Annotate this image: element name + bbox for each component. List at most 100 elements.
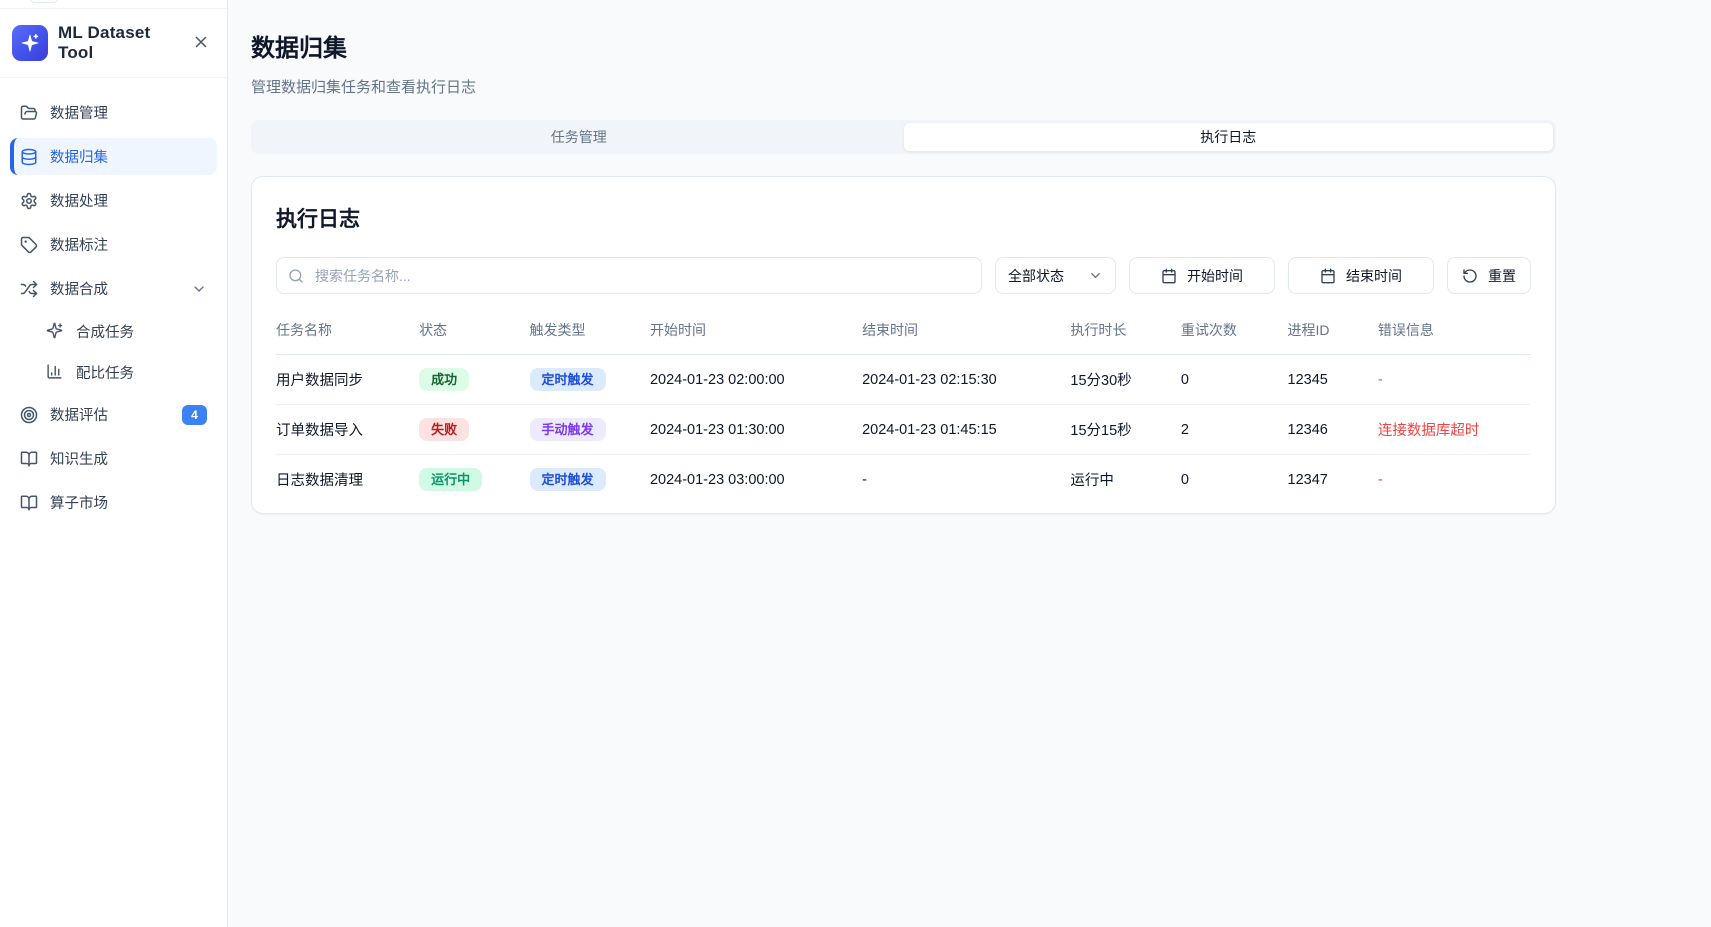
- col-task-name: 任务名称: [276, 320, 419, 355]
- window-edge-fragment: [30, 0, 58, 3]
- sidebar-item-label: 数据归集: [50, 146, 207, 167]
- duration-cell: 15分30秒: [1070, 355, 1180, 405]
- end-date-picker[interactable]: 结束时间: [1288, 257, 1434, 294]
- trigger-badge: 定时触发: [530, 368, 606, 391]
- error-cell: -: [1378, 455, 1531, 505]
- main-content: 数据归集 管理数据归集任务和查看执行日志 任务管理 执行日志 执行日志 全部状态: [229, 0, 1711, 927]
- start-time-cell: 2024-01-23 02:00:00: [650, 355, 862, 405]
- col-error: 错误信息: [1378, 320, 1531, 355]
- task-name-cell: 用户数据同步: [276, 355, 419, 405]
- bar-chart-icon: [46, 363, 64, 381]
- book-open-icon: [20, 494, 38, 512]
- reset-label: 重置: [1488, 266, 1516, 286]
- sidebar-item-data-evaluation[interactable]: 数据评估 4: [10, 396, 217, 433]
- start-date-label: 开始时间: [1187, 266, 1243, 286]
- chevron-down-icon: [1088, 268, 1103, 283]
- table-row[interactable]: 日志数据清理 运行中 定时触发 2024-01-23 03:00:00 - 运行…: [276, 455, 1531, 505]
- book-open-icon: [20, 450, 38, 468]
- task-name-cell: 日志数据清理: [276, 455, 419, 505]
- sidebar-nav: 数据管理 数据归集 数据处理 数据标注 数据合成: [0, 78, 227, 927]
- table-row[interactable]: 用户数据同步 成功 定时触发 2024-01-23 02:00:00 2024-…: [276, 355, 1531, 405]
- error-cell: 连接数据库超时: [1378, 405, 1531, 455]
- sidebar-top-strip: [0, 0, 227, 9]
- calendar-icon: [1320, 268, 1336, 284]
- logs-table: 任务名称 状态 触发类型 开始时间 结束时间 执行时长 重试次数 进程ID 错误…: [276, 320, 1531, 505]
- retries-cell: 2: [1181, 405, 1288, 455]
- sidebar-item-data-management[interactable]: 数据管理: [10, 94, 217, 131]
- sidebar-item-ratio-task[interactable]: 配比任务: [10, 355, 217, 389]
- tab-bar: 任务管理 执行日志: [251, 120, 1556, 154]
- app-title: ML Dataset Tool: [58, 23, 179, 63]
- calendar-icon: [1161, 268, 1177, 284]
- duration-cell: 15分15秒: [1070, 405, 1180, 455]
- status-badge: 运行中: [419, 468, 482, 491]
- card-title: 执行日志: [276, 203, 1531, 233]
- sidebar-item-data-annotation[interactable]: 数据标注: [10, 226, 217, 263]
- start-time-cell: 2024-01-23 03:00:00: [650, 455, 862, 505]
- status-badge: 失败: [419, 418, 469, 441]
- rotate-ccw-icon: [1462, 268, 1478, 284]
- shuffle-icon: [20, 280, 38, 298]
- sidebar-item-label: 数据处理: [50, 190, 207, 211]
- trigger-badge: 手动触发: [530, 418, 606, 441]
- search-field-wrap: [276, 257, 982, 294]
- sidebar-item-synthesis-task[interactable]: 合成任务: [10, 314, 217, 348]
- sidebar-item-label: 合成任务: [76, 321, 207, 342]
- retries-cell: 0: [1181, 455, 1288, 505]
- search-icon: [288, 268, 304, 284]
- sidebar-item-label: 数据管理: [50, 102, 207, 123]
- end-time-cell: 2024-01-23 01:45:15: [862, 405, 1070, 455]
- retries-cell: 0: [1181, 355, 1288, 405]
- filter-bar: 全部状态 开始时间 结束时间: [276, 257, 1531, 294]
- table-row[interactable]: 订单数据导入 失败 手动触发 2024-01-23 01:30:00 2024-…: [276, 405, 1531, 455]
- page-subtitle: 管理数据归集任务和查看执行日志: [251, 76, 1556, 97]
- app-logo-icon: [12, 25, 48, 61]
- execution-logs-card: 执行日志 全部状态 开始时间: [251, 176, 1556, 514]
- start-date-picker[interactable]: 开始时间: [1129, 257, 1275, 294]
- start-time-cell: 2024-01-23 01:30:00: [650, 405, 862, 455]
- pid-cell: 12347: [1288, 455, 1378, 505]
- table-header-row: 任务名称 状态 触发类型 开始时间 结束时间 执行时长 重试次数 进程ID 错误…: [276, 320, 1531, 355]
- sidebar-item-label: 数据评估: [50, 404, 170, 425]
- status-filter-value: 全部状态: [1008, 266, 1064, 286]
- pid-cell: 12346: [1288, 405, 1378, 455]
- sidebar: ML Dataset Tool 数据管理 数据归集 数据处理: [0, 0, 228, 927]
- tag-icon: [20, 236, 38, 254]
- sidebar-item-label: 配比任务: [76, 362, 207, 383]
- col-retries: 重试次数: [1181, 320, 1288, 355]
- sidebar-item-label: 算子市场: [50, 492, 207, 513]
- folder-icon: [20, 104, 38, 122]
- gear-icon: [20, 192, 38, 210]
- evaluation-count-badge: 4: [182, 405, 207, 425]
- task-name-cell: 订单数据导入: [276, 405, 419, 455]
- duration-cell: 运行中: [1070, 455, 1180, 505]
- sidebar-item-data-collection[interactable]: 数据归集: [10, 138, 217, 175]
- trigger-badge: 定时触发: [530, 468, 606, 491]
- col-trigger: 触发类型: [530, 320, 650, 355]
- sidebar-item-label: 数据合成: [50, 278, 179, 299]
- status-filter-select[interactable]: 全部状态: [995, 257, 1116, 294]
- close-sidebar-button[interactable]: [189, 31, 213, 55]
- error-cell: -: [1378, 355, 1531, 405]
- search-input[interactable]: [276, 257, 982, 294]
- target-icon: [20, 406, 38, 424]
- col-end-time: 结束时间: [862, 320, 1070, 355]
- close-icon: [192, 33, 210, 54]
- sidebar-item-knowledge-generation[interactable]: 知识生成: [10, 440, 217, 477]
- sidebar-item-label: 数据标注: [50, 234, 207, 255]
- status-badge: 成功: [419, 368, 469, 391]
- col-pid: 进程ID: [1288, 320, 1378, 355]
- col-start-time: 开始时间: [650, 320, 862, 355]
- brand-header: ML Dataset Tool: [0, 9, 227, 78]
- col-duration: 执行时长: [1070, 320, 1180, 355]
- end-time-cell: 2024-01-23 02:15:30: [862, 355, 1070, 405]
- sidebar-item-data-synthesis[interactable]: 数据合成: [10, 270, 217, 307]
- sidebar-item-data-processing[interactable]: 数据处理: [10, 182, 217, 219]
- end-time-cell: -: [862, 455, 1070, 505]
- database-icon: [20, 148, 38, 166]
- tab-task-management[interactable]: 任务管理: [254, 123, 904, 151]
- sidebar-item-operator-market[interactable]: 算子市场: [10, 484, 217, 521]
- sparkles-icon: [46, 322, 64, 340]
- tab-execution-logs[interactable]: 执行日志: [904, 123, 1554, 151]
- reset-button[interactable]: 重置: [1447, 257, 1531, 294]
